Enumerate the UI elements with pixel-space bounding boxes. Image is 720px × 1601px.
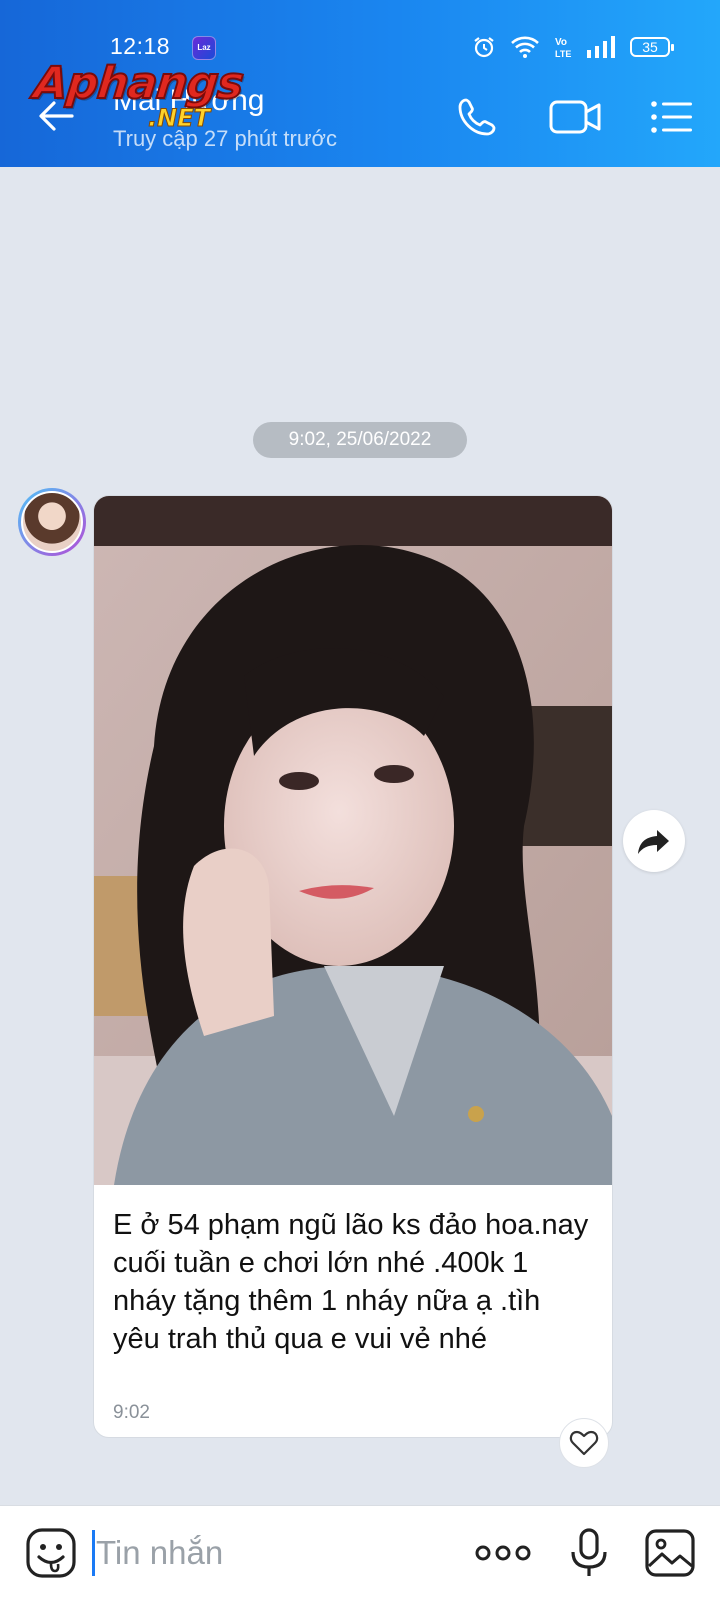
svg-text:LTE: LTE (555, 49, 571, 59)
volte-icon: Vo LTE (555, 37, 571, 59)
avatar[interactable] (18, 488, 86, 556)
share-arrow-icon (638, 830, 669, 854)
alarm-icon (474, 37, 494, 58)
heart-icon (569, 1430, 599, 1456)
message-bubble[interactable]: E ở 54 phạm ngũ lão ks đảo hoa.nay cuối … (93, 495, 613, 1438)
message-text: E ở 54 phạm ngũ lão ks đảo hoa.nay cuối … (113, 1209, 589, 1355)
status-icons: Vo LTE 35 (472, 32, 674, 62)
sticker-icon[interactable] (24, 1526, 78, 1580)
video-call-icon[interactable] (548, 92, 604, 142)
lazada-notification-icon: Laz (192, 36, 216, 60)
svg-text:Vo: Vo (555, 37, 567, 48)
battery-icon: 35 (630, 37, 674, 57)
message-photo[interactable] (94, 496, 612, 1185)
share-button[interactable] (623, 810, 685, 872)
last-seen-status: Truy cập 27 phút trước (113, 126, 337, 151)
chat-header: 12:18 Laz Vo LTE 35 Mai Hương Truy cập 2… (0, 0, 720, 167)
wifi-icon (511, 36, 539, 58)
status-time: 12:18 (110, 33, 171, 59)
microphone-icon[interactable] (562, 1526, 616, 1580)
phone-icon[interactable] (452, 92, 502, 142)
more-options-icon[interactable] (474, 1526, 532, 1580)
react-button[interactable] (559, 1418, 609, 1468)
text-caret (92, 1530, 95, 1576)
message-time: 9:02 (113, 1402, 150, 1423)
date-separator: 9:02, 25/06/2022 (253, 422, 467, 458)
message-input[interactable] (96, 1524, 436, 1582)
watermark-logo-sub: .NET (148, 104, 211, 133)
watermark-logo: Aphangs (30, 57, 246, 110)
avatar-photo (21, 491, 83, 553)
image-icon[interactable] (644, 1526, 696, 1580)
message-input-bar (0, 1505, 720, 1601)
signal-icon (587, 36, 615, 58)
menu-list-icon[interactable] (646, 92, 696, 142)
